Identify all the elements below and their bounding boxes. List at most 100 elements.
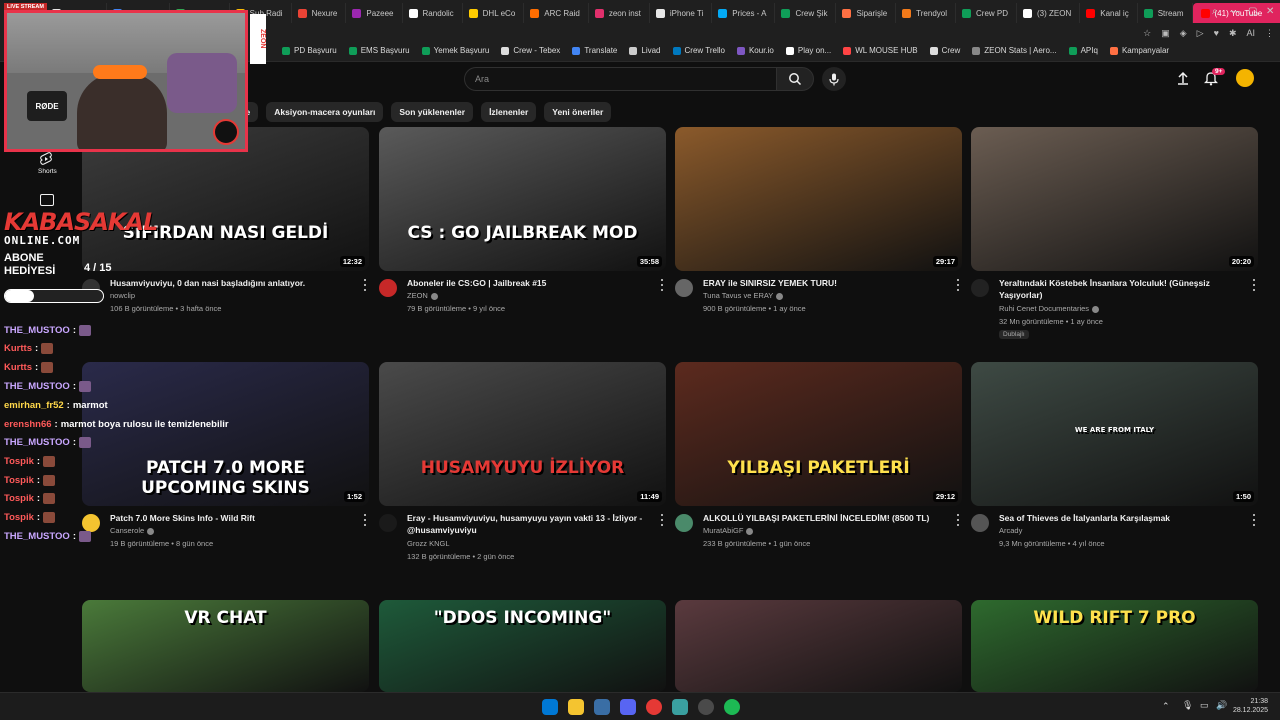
channel-avatar[interactable]: [379, 514, 397, 532]
clock-time[interactable]: 21:38: [1250, 698, 1268, 705]
video-title[interactable]: ALKOLLÜ YILBAŞI PAKETLERİNİ İNCELEDİM! (…: [703, 512, 943, 524]
search-input[interactable]: Ara: [464, 67, 776, 91]
shorts-icon[interactable]: [40, 152, 56, 166]
spotify-icon[interactable]: [724, 699, 740, 715]
channel-name[interactable]: Tuna Tavus ve ERAY: [703, 291, 784, 300]
video-title[interactable]: Sea of Thieves de İtalyanlarla Karşılaşm…: [999, 512, 1239, 524]
bookmark-item[interactable]: Translate: [572, 46, 617, 55]
video-thumbnail[interactable]: YILBAŞI PAKETLERİ 29:12: [675, 362, 962, 506]
video-thumbnail[interactable]: "DDOS INCOMING": [379, 600, 666, 692]
tray-chevron-icon[interactable]: ⌃: [1162, 701, 1170, 712]
cast-icon[interactable]: ▷: [1197, 28, 1204, 39]
bookmark-item[interactable]: Kampanyalar: [1109, 46, 1169, 55]
video-thumbnail[interactable]: 20:20: [971, 127, 1258, 271]
channel-avatar[interactable]: [379, 279, 397, 297]
voice-search-button[interactable]: [822, 67, 846, 91]
video-title[interactable]: Eray - Husamviyuviyu, husamyuyu yayın va…: [407, 512, 647, 536]
channel-avatar[interactable]: [971, 514, 989, 532]
ai-icon[interactable]: AI: [1246, 28, 1255, 39]
menu-icon[interactable]: ⋮: [1265, 28, 1274, 39]
channel-avatar[interactable]: [675, 279, 693, 297]
browser-tab[interactable]: Nexure: [292, 3, 347, 23]
tray-mic-icon[interactable]: 🎙: [1182, 700, 1193, 711]
clock-date[interactable]: 28.12.2025: [1233, 707, 1268, 714]
puzzle-icon[interactable]: ✱: [1229, 28, 1237, 39]
browser-tab[interactable]: Pazeee: [346, 3, 403, 23]
close-window-icon[interactable]: ✕: [1266, 6, 1274, 17]
browser-tab[interactable]: iPhone Ti: [650, 3, 713, 23]
bookmark-item[interactable]: Livad: [629, 46, 661, 55]
video-title[interactable]: Aboneler ile CS:GO | Jailbreak #15: [407, 277, 647, 289]
video-menu-icon[interactable]: [361, 513, 369, 527]
bookmark-item[interactable]: Crew Trello: [672, 46, 725, 55]
channel-name[interactable]: Arcady: [999, 526, 1022, 535]
browser-tab[interactable]: Trendyol: [896, 3, 956, 23]
bookmark-item[interactable]: PD Başvuru: [282, 46, 337, 55]
video-thumbnail[interactable]: WILD RIFT 7 PRO: [971, 600, 1258, 692]
sidebar-item-shorts[interactable]: Shorts: [38, 168, 57, 175]
video-thumbnail[interactable]: VR CHAT: [82, 600, 369, 692]
video-menu-icon[interactable]: [954, 278, 962, 292]
video-thumbnail[interactable]: [675, 600, 962, 692]
discord-icon[interactable]: [620, 699, 636, 715]
subscriptions-icon[interactable]: [40, 194, 54, 206]
channel-name[interactable]: nowclip: [110, 291, 135, 300]
browser-tab[interactable]: Prices - A: [712, 3, 776, 23]
maximize-icon[interactable]: ▢: [1248, 6, 1257, 17]
video-menu-icon[interactable]: [658, 513, 666, 527]
search-tabs-icon[interactable]: ⌕: [1212, 6, 1218, 17]
browser-tab[interactable]: Stream: [1138, 3, 1193, 23]
category-chip[interactable]: Son yüklenenler: [391, 102, 474, 122]
video-menu-icon[interactable]: [1250, 513, 1258, 527]
tray-volume-icon[interactable]: 🔊: [1216, 700, 1227, 711]
browser-tab[interactable]: Crew PD: [956, 3, 1018, 23]
channel-name[interactable]: Ruhi Cenet Documentaries: [999, 304, 1100, 313]
channel-name[interactable]: MuratAbiGF: [703, 526, 754, 535]
browser-tab[interactable]: Randolic: [403, 3, 463, 23]
channel-avatar[interactable]: [82, 514, 100, 532]
video-menu-icon[interactable]: [954, 513, 962, 527]
windows-start-icon[interactable]: [542, 699, 558, 715]
video-menu-icon[interactable]: [1250, 278, 1258, 292]
heart-icon[interactable]: ♥: [1214, 28, 1219, 39]
bookmark-item[interactable]: Kour.io: [736, 46, 774, 55]
video-menu-icon[interactable]: [658, 278, 666, 292]
browser-tab[interactable]: (3) ZEON: [1017, 3, 1081, 23]
search-button[interactable]: [776, 67, 814, 91]
bookmark-item[interactable]: Crew: [929, 46, 960, 55]
video-title[interactable]: ERAY ile SINIRSIZ YEMEK TURU!: [703, 277, 943, 289]
browser-tab[interactable]: Kanal iç: [1080, 3, 1138, 23]
channel-name[interactable]: Grozz KNGL: [407, 539, 450, 548]
category-chip[interactable]: Aksiyon-macera oyunları: [266, 102, 384, 122]
channel-avatar[interactable]: [675, 514, 693, 532]
upload-icon[interactable]: [1176, 71, 1190, 85]
video-title[interactable]: Patch 7.0 More Skins Info - Wild Rift: [110, 512, 350, 524]
video-title[interactable]: Yeraltındaki Köstebek İnsanlara Yolculuk…: [999, 277, 1239, 301]
bookmark-item[interactable]: Yemek Başvuru: [421, 46, 489, 55]
browser-tab[interactable]: Crew Şik: [775, 3, 837, 23]
browser-tab[interactable]: DHL eCo: [463, 3, 525, 23]
avatar[interactable]: [1236, 69, 1254, 87]
channel-name[interactable]: ZEON: [407, 291, 438, 300]
obs-icon[interactable]: [698, 699, 714, 715]
steam-icon[interactable]: [594, 699, 610, 715]
bookmark-item[interactable]: APIq: [1068, 46, 1098, 55]
bookmark-item[interactable]: Play on...: [785, 46, 831, 55]
browser-tab[interactable]: zeon inst: [589, 3, 650, 23]
video-thumbnail[interactable]: HUSAMYUYU İZLİYOR 11:49: [379, 362, 666, 506]
bookmark-item[interactable]: ZEON Stats | Aero...: [972, 46, 1057, 55]
category-chip[interactable]: İzlenenler: [481, 102, 537, 122]
category-chip[interactable]: Yeni öneriler: [544, 102, 612, 122]
browser-tab[interactable]: ARC Raid: [524, 3, 589, 23]
file-explorer-icon[interactable]: [568, 699, 584, 715]
bookmark-item[interactable]: Crew - Tebex: [501, 46, 560, 55]
video-thumbnail[interactable]: 29:17: [675, 127, 962, 271]
channel-avatar[interactable]: [971, 279, 989, 297]
bookmark-item[interactable]: WL MOUSE HUB: [843, 46, 918, 55]
bookmark-item[interactable]: EMS Başvuru: [348, 46, 410, 55]
video-thumbnail[interactable]: WE ARE FROM ITALY 1:50: [971, 362, 1258, 506]
minimize-icon[interactable]: —: [1230, 6, 1240, 17]
video-thumbnail[interactable]: PATCH 7.0 MORE UPCOMING SKINS 1:52: [82, 362, 369, 506]
video-menu-icon[interactable]: [361, 278, 369, 292]
extension-icon[interactable]: ▣: [1161, 28, 1170, 39]
